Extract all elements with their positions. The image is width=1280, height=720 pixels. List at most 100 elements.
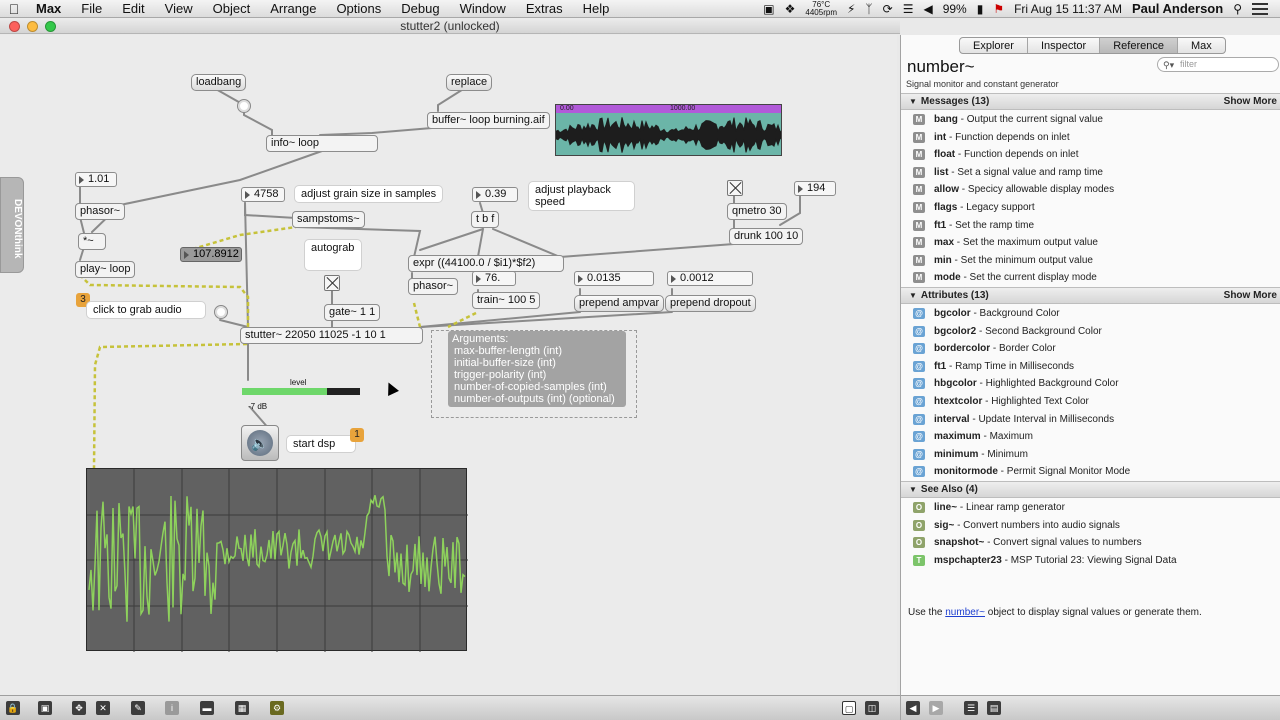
battery-percent[interactable]: 99% (943, 2, 967, 16)
bluetooth-icon[interactable]: ᛉ (865, 2, 872, 16)
attributes-row-hbgcolor[interactable]: @ hbgcolor - Highlighted Background Color (901, 375, 1280, 393)
qmetro-toggle[interactable] (727, 180, 743, 196)
info-object[interactable]: info~ loop (266, 135, 378, 152)
lock-icon[interactable]: 🔒 (6, 701, 20, 715)
info-icon[interactable]: i (165, 701, 179, 715)
messages-row-ft1[interactable]: Mft1 - Set the ramp time (901, 217, 1280, 235)
menu-debug[interactable]: Debug (391, 1, 449, 16)
power-icon[interactable]: ⚡ (847, 2, 855, 16)
messages-row-float[interactable]: Mfloat - Function depends on inlet (901, 146, 1280, 164)
number-box-76[interactable]: 76. (472, 271, 516, 286)
menu-options[interactable]: Options (326, 1, 391, 16)
attributes-section-header[interactable]: ▼ Attributes (13) Show More (901, 287, 1280, 304)
oscilloscope-display[interactable] (86, 468, 468, 652)
loadbang-object[interactable]: loadbang (191, 74, 247, 91)
multiply-signal-object[interactable]: *~ (78, 233, 106, 250)
attributes-row-bgcolor[interactable]: @ bgcolor - Background Color (901, 305, 1280, 323)
messages-row-mode[interactable]: Mmode - Set the current display mode (901, 269, 1280, 287)
spotlight-icon[interactable]: ⚲ (1233, 2, 1242, 16)
sidebar-toggle-icon[interactable]: ◫ (865, 701, 879, 715)
loadbang-bang[interactable] (237, 99, 251, 113)
attributes-show-more-button[interactable]: Show More (1224, 288, 1277, 303)
sampstoms-object[interactable]: sampstoms~ (292, 211, 365, 228)
attributes-row-bordercolor[interactable]: @ bordercolor - Border Color (901, 340, 1280, 358)
expr-object[interactable]: expr ((44100.0 / $i1)*$f2) (408, 255, 564, 272)
attributes-row-minimum[interactable]: @ minimum - Minimum (901, 446, 1280, 464)
menu-view[interactable]: View (155, 1, 203, 16)
number-box-0-0012[interactable]: 0.0012 (667, 271, 753, 286)
messages-row-min[interactable]: Mmin - Set the minimum output value (901, 252, 1280, 270)
seealso-row-line-[interactable]: Oline~ - Linear ramp generator (901, 499, 1280, 517)
menu-extras[interactable]: Extras (516, 1, 573, 16)
menu-object[interactable]: Object (203, 1, 261, 16)
phasor-object-1[interactable]: phasor~ (75, 203, 126, 220)
buffer-waveform-display[interactable]: 0.00 1000.00 (555, 104, 782, 156)
list-view-icon[interactable]: ☰ (964, 701, 978, 715)
time-machine-icon[interactable]: ⟳ (883, 2, 893, 16)
number-box-0-0135[interactable]: 0.0135 (574, 271, 654, 286)
presentation-icon[interactable]: ▣ (38, 701, 52, 715)
grid-snap-icon[interactable]: ✥ (72, 701, 86, 715)
volume-icon[interactable]: ◀ (923, 2, 932, 16)
description-link[interactable]: number~ (945, 607, 985, 618)
number-box-107-8912[interactable]: 107.8912 (180, 247, 242, 262)
train-object[interactable]: train~ 100 5 (472, 292, 541, 309)
messages-row-max[interactable]: Mmax - Set the maximum output value (901, 234, 1280, 252)
tab-max[interactable]: Max (1178, 38, 1225, 53)
attributes-row-htextcolor[interactable]: @ htextcolor - Highlighted Text Color (901, 393, 1280, 411)
temperature-readout[interactable]: 76°C 4405rpm (805, 0, 837, 17)
menu-app[interactable]: Max (28, 1, 71, 16)
drunk-object[interactable]: drunk 100 10 (729, 228, 804, 245)
menu-arrange[interactable]: Arrange (260, 1, 326, 16)
seealso-row-sig-[interactable]: Osig~ - Convert numbers into audio signa… (901, 517, 1280, 535)
screen-record-icon[interactable]: ▣ (763, 2, 774, 16)
replace-message[interactable]: replace (446, 74, 493, 91)
messages-section-header[interactable]: ▼ Messages (13) Show More (901, 93, 1280, 110)
close-icon[interactable]: ✕ (96, 701, 110, 715)
clock[interactable]: Fri Aug 15 11:37 AM (1014, 2, 1122, 16)
battery-icon[interactable]: ▮ (977, 2, 984, 16)
number-box-1-01[interactable]: 1.01 (75, 172, 117, 187)
edit-icon[interactable]: ✎ (131, 701, 145, 715)
phasor-object-2[interactable]: phasor~ (408, 278, 459, 295)
messages-show-more-button[interactable]: Show More (1224, 94, 1277, 109)
tab-explorer[interactable]: Explorer (960, 38, 1028, 53)
user-name[interactable]: Paul Anderson (1132, 1, 1223, 16)
attributes-row-interval[interactable]: @ interval - Update Interval in Milliseco… (901, 411, 1280, 429)
forward-icon[interactable]: ▶ (929, 701, 943, 715)
messages-row-allow[interactable]: Mallow - Specicy allowable display modes (901, 181, 1280, 199)
qmetro-object[interactable]: qmetro 30 (727, 203, 787, 220)
play-object[interactable]: play~ loop (75, 261, 136, 278)
debug-icon[interactable]: ⚙ (270, 701, 284, 715)
prepend-ampvar-message[interactable]: prepend ampvar (574, 295, 665, 312)
tab-inspector[interactable]: Inspector (1028, 38, 1101, 53)
messages-row-int[interactable]: Mint - Function depends on inlet (901, 129, 1280, 147)
window-layout-icon[interactable]: ▢ (842, 701, 856, 715)
gate-object[interactable]: gate~ 1 1 (324, 304, 381, 321)
dropbox-icon[interactable]: ❖ (785, 2, 796, 16)
patcher-canvas[interactable]: DEVONthink loadbang replace buffer~ loop… (0, 35, 897, 695)
wifi-icon[interactable]: ☰ (903, 2, 914, 16)
attributes-row-monitormode[interactable]: @ monitormode - Permit Signal Monitor Mod… (901, 463, 1280, 481)
back-icon[interactable]: ◀ (906, 701, 920, 715)
new-object-icon[interactable]: ▬ (200, 701, 214, 715)
level-meter[interactable] (242, 388, 360, 395)
attributes-row-maximum[interactable]: @ maximum - Maximum (901, 428, 1280, 446)
document-icon[interactable]: ▤ (987, 701, 1001, 715)
tab-reference[interactable]: Reference (1100, 38, 1178, 53)
prepend-dropout-message[interactable]: prepend dropout (665, 295, 756, 312)
messages-row-flags[interactable]: Mflags - Legacy support (901, 199, 1280, 217)
stutter-object[interactable]: stutter~ 22050 11025 -1 10 1 (240, 327, 423, 344)
flag-icon[interactable]: ⚑ (993, 2, 1004, 16)
ezdac-button[interactable]: 🔈 (241, 425, 279, 461)
attributes-row-bgcolor2[interactable]: @ bgcolor2 - Second Background Color (901, 323, 1280, 341)
menu-edit[interactable]: Edit (112, 1, 154, 16)
messages-row-bang[interactable]: Mbang - Output the current signal value (901, 111, 1280, 129)
grab-audio-bang[interactable] (214, 305, 228, 319)
tbf-object[interactable]: t b f (471, 211, 500, 228)
buffer-object[interactable]: buffer~ loop burning.aif (427, 112, 550, 129)
filter-input[interactable]: ⚲▾ filter (1157, 57, 1279, 72)
seealso-section-header[interactable]: ▼ See Also (4) (901, 481, 1280, 498)
number-box-4758[interactable]: 4758 (241, 187, 285, 202)
apple-menu-icon[interactable]:  (0, 1, 28, 17)
